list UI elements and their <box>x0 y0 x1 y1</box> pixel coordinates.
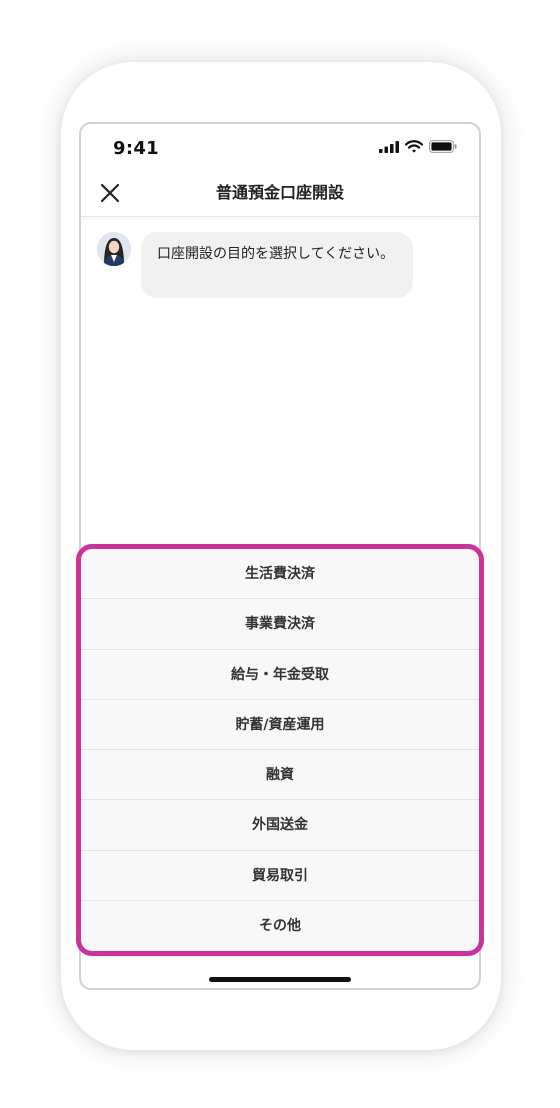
option-foreign-remittance[interactable]: 外国送金 <box>81 800 479 851</box>
option-living-expenses[interactable]: 生活費決済 <box>81 549 479 600</box>
wifi-icon <box>405 140 423 153</box>
battery-icon <box>429 140 457 153</box>
page-title: 普通預金口座開設 <box>215 183 344 202</box>
home-indicator[interactable] <box>209 977 351 982</box>
option-loan[interactable]: 融資 <box>81 750 479 801</box>
operator-avatar <box>97 232 131 266</box>
option-salary-pension[interactable]: 給与・年金受取 <box>81 650 479 700</box>
operator-avatar-image <box>97 232 131 266</box>
close-button[interactable] <box>95 178 125 208</box>
chat-bubble: 口座開設の目的を選択してください。 <box>141 232 413 298</box>
app-header: 普通預金口座開設 <box>81 170 479 217</box>
close-icon <box>100 183 120 203</box>
option-savings-investment[interactable]: 貯蓄/資産運用 <box>81 700 479 750</box>
option-other[interactable]: その他 <box>81 901 479 951</box>
option-business-expenses[interactable]: 事業費決済 <box>81 599 479 650</box>
status-time: 9:41 <box>113 138 159 159</box>
option-trade[interactable]: 貿易取引 <box>81 851 479 901</box>
purpose-options-list: 生活費決済 事業費決済 給与・年金受取 貯蓄/資産運用 融資 外国送金 貿易取引… <box>76 544 484 956</box>
cellular-signal-icon <box>379 140 399 153</box>
status-icons <box>379 140 457 153</box>
